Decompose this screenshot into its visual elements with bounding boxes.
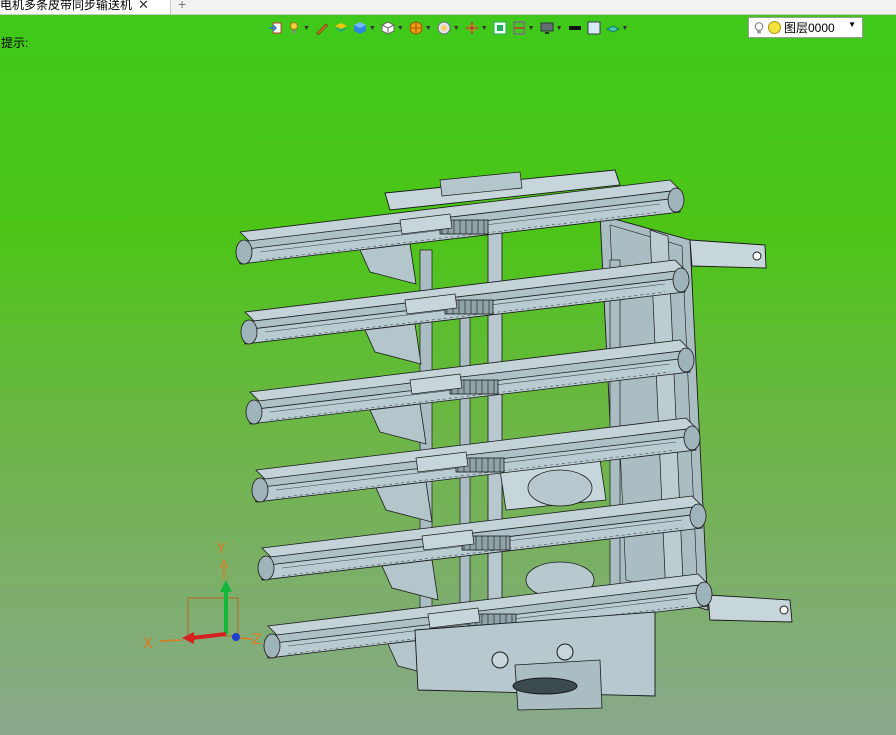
y-axis-label: Y <box>217 541 226 557</box>
z-axis-label: Z <box>252 632 262 648</box>
x-axis-label: X <box>143 636 153 652</box>
conveyor-model[interactable] <box>0 0 896 735</box>
coordinate-triad <box>159 558 253 644</box>
